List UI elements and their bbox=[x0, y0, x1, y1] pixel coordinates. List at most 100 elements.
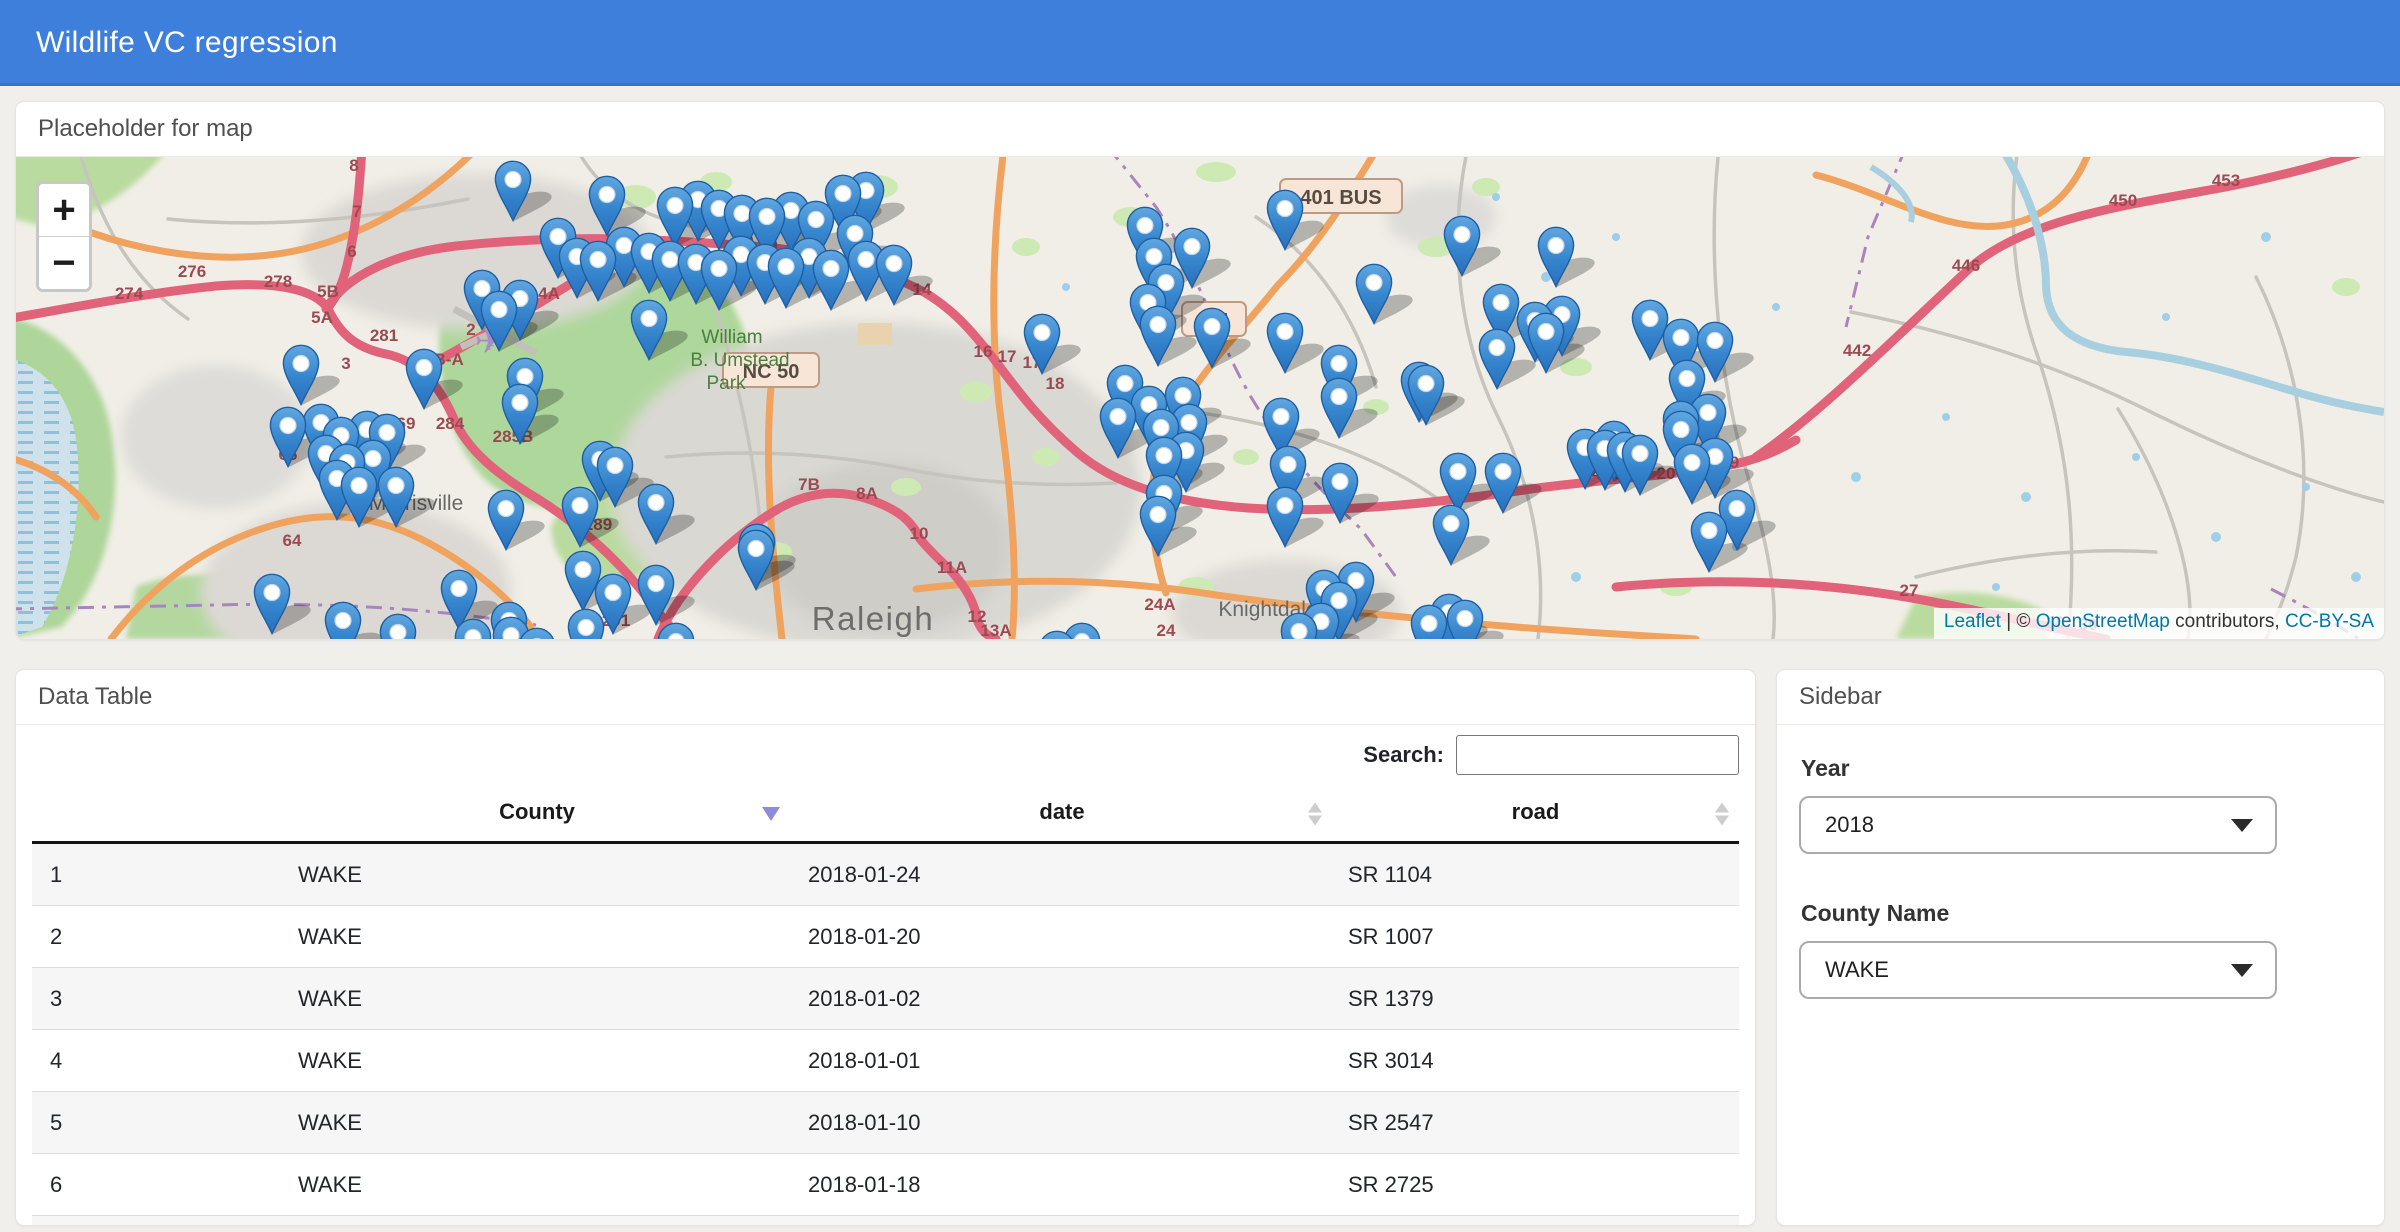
svg-text:24A: 24A bbox=[1144, 595, 1175, 614]
table-row-partial bbox=[32, 1216, 1739, 1226]
svg-text:281: 281 bbox=[370, 326, 398, 345]
table-cell: WAKE bbox=[282, 1092, 792, 1154]
map-marker[interactable] bbox=[325, 602, 360, 639]
svg-text:274: 274 bbox=[115, 284, 144, 303]
table-search-row: Search: bbox=[32, 735, 1739, 775]
table-cell: 5 bbox=[32, 1092, 282, 1154]
map-zoom-control: + − bbox=[36, 181, 92, 292]
map-panel-title: Placeholder for map bbox=[16, 102, 2384, 157]
column-header-index bbox=[32, 787, 282, 843]
table-cell: 2 bbox=[32, 906, 282, 968]
svg-text:276: 276 bbox=[178, 262, 206, 281]
table-cell: SR 1379 bbox=[1332, 968, 1739, 1030]
app-header: Wildlife VC regression bbox=[0, 0, 2400, 86]
data-table-title: Data Table bbox=[16, 670, 1755, 725]
year-label: Year bbox=[1801, 755, 2362, 782]
svg-text:7: 7 bbox=[352, 202, 361, 221]
svg-text:William: William bbox=[701, 327, 762, 348]
svg-text:401 BUS: 401 BUS bbox=[1300, 187, 1381, 209]
table-header-row: Countydateroad bbox=[32, 787, 1739, 843]
table-cell: 2018-01-20 bbox=[792, 906, 1332, 968]
svg-text:B. Umstead: B. Umstead bbox=[690, 350, 789, 371]
table-row: 3WAKE2018-01-02SR 1379 bbox=[32, 968, 1739, 1030]
table-cell: WAKE bbox=[282, 906, 792, 968]
table-cell: WAKE bbox=[282, 1030, 792, 1092]
data-table-panel: Data Table Search: Countydateroad 1WAKE2… bbox=[15, 669, 1756, 1226]
svg-text:453: 453 bbox=[2212, 171, 2240, 190]
attribution-text-2: contributors, bbox=[2170, 611, 2285, 632]
table-cell: 6 bbox=[32, 1154, 282, 1216]
leaflet-link[interactable]: Leaflet bbox=[1944, 611, 2001, 632]
svg-text:Park: Park bbox=[706, 373, 746, 394]
table-cell: SR 3014 bbox=[1332, 1030, 1739, 1092]
map-marker[interactable] bbox=[1447, 600, 1482, 639]
map-canvas: ✈ 2742762785B5A28131B-A284696787622 bbox=[16, 157, 2384, 639]
county-select[interactable]: WAKE bbox=[1799, 941, 2277, 999]
svg-text:64: 64 bbox=[283, 531, 302, 550]
table-cell: SR 1104 bbox=[1332, 843, 1739, 906]
table-row: 2WAKE2018-01-20SR 1007 bbox=[32, 906, 1739, 968]
svg-text:278: 278 bbox=[264, 272, 292, 291]
table-cell: WAKE bbox=[282, 1154, 792, 1216]
column-header-road[interactable]: road bbox=[1332, 787, 1739, 843]
county-select-value: WAKE bbox=[1825, 957, 1889, 983]
map-marker[interactable] bbox=[1411, 605, 1446, 639]
svg-text:Raleigh: Raleigh bbox=[812, 600, 934, 637]
search-input[interactable] bbox=[1456, 735, 1739, 775]
county-group: County Name WAKE bbox=[1799, 900, 2362, 999]
table-cell: WAKE bbox=[282, 968, 792, 1030]
table-cell: 3 bbox=[32, 968, 282, 1030]
chevron-down-icon bbox=[2231, 964, 2253, 977]
table-row: 5WAKE2018-01-10SR 2547 bbox=[32, 1092, 1739, 1154]
table-cell: SR 1007 bbox=[1332, 906, 1739, 968]
column-header-date[interactable]: date bbox=[792, 787, 1332, 843]
svg-text:6: 6 bbox=[347, 242, 356, 261]
year-select-value: 2018 bbox=[1825, 812, 1874, 838]
svg-text:27: 27 bbox=[1900, 581, 1919, 600]
table-cell: 2018-01-01 bbox=[792, 1030, 1332, 1092]
table-cell: 2018-01-18 bbox=[792, 1154, 1332, 1216]
table-cell: WAKE bbox=[282, 843, 792, 906]
svg-text:8A: 8A bbox=[856, 484, 878, 503]
zoom-in-button[interactable]: + bbox=[39, 184, 89, 236]
table-cell: SR 2725 bbox=[1332, 1154, 1739, 1216]
search-label: Search: bbox=[1363, 742, 1444, 768]
chevron-down-icon bbox=[2231, 819, 2253, 832]
svg-text:18: 18 bbox=[1046, 374, 1065, 393]
svg-text:24: 24 bbox=[1157, 621, 1176, 639]
year-select[interactable]: 2018 bbox=[1799, 796, 2277, 854]
table-row: 6WAKE2018-01-18SR 2725 bbox=[32, 1154, 1739, 1216]
svg-text:10: 10 bbox=[910, 524, 929, 543]
map-marker[interactable] bbox=[568, 609, 603, 639]
leaflet-map[interactable]: ✈ 2742762785B5A28131B-A284696787622 bbox=[16, 157, 2384, 639]
sidebar-panel: Sidebar Year 2018 County Name WAKE bbox=[1776, 669, 2385, 1226]
table-cell: 1 bbox=[32, 843, 282, 906]
table-row: 4WAKE2018-01-01SR 3014 bbox=[32, 1030, 1739, 1092]
sort-desc-icon bbox=[762, 807, 780, 821]
app-title: Wildlife VC regression bbox=[36, 26, 338, 60]
svg-text:284: 284 bbox=[436, 414, 465, 433]
map-attribution: Leaflet | © OpenStreetMap contributors, … bbox=[1934, 608, 2384, 639]
attribution-text: | © bbox=[2001, 611, 2036, 632]
osm-link[interactable]: OpenStreetMap bbox=[2036, 611, 2170, 632]
zoom-out-button[interactable]: − bbox=[39, 236, 89, 289]
svg-text:3: 3 bbox=[341, 354, 350, 373]
data-table-body: Search: Countydateroad 1WAKE2018-01-24SR… bbox=[16, 735, 1755, 1226]
table-cell: 2018-01-24 bbox=[792, 843, 1332, 906]
svg-text:446: 446 bbox=[1952, 256, 1980, 275]
svg-text:442: 442 bbox=[1843, 341, 1871, 360]
table-cell: 2018-01-02 bbox=[792, 968, 1332, 1030]
svg-text:5B: 5B bbox=[317, 282, 339, 301]
svg-text:450: 450 bbox=[2109, 191, 2137, 210]
table-cell: 4 bbox=[32, 1030, 282, 1092]
table-cell: SR 2547 bbox=[1332, 1092, 1739, 1154]
column-header-County[interactable]: County bbox=[282, 787, 792, 843]
svg-text:16: 16 bbox=[974, 342, 993, 361]
svg-text:4A: 4A bbox=[538, 284, 560, 303]
svg-text:5A: 5A bbox=[311, 308, 333, 327]
license-link[interactable]: CC-BY-SA bbox=[2285, 611, 2374, 632]
svg-text:13A: 13A bbox=[980, 621, 1011, 639]
data-table: Countydateroad 1WAKE2018-01-24SR 11042WA… bbox=[32, 787, 1739, 1216]
year-group: Year 2018 bbox=[1799, 755, 2362, 854]
svg-text:7B: 7B bbox=[798, 475, 820, 494]
